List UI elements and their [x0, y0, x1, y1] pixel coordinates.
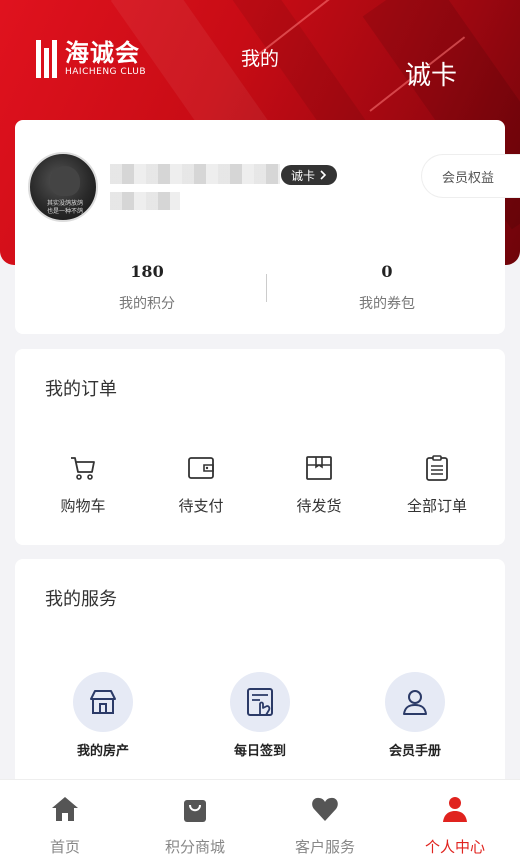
service-daily-checkin[interactable]: 每日签到 — [200, 672, 320, 759]
tab-personal-center[interactable]: 个人中心 — [390, 780, 520, 865]
wallet-icon — [188, 457, 214, 479]
profile-card: 其实没鸽放鸽 也是一种不鸽 诚卡 会员权益 180 我的积分 0 我的券包 — [15, 120, 520, 334]
coupons-label: 我的券包 — [359, 296, 415, 312]
user-id-blurred — [110, 192, 180, 210]
coupons-value: 0 — [381, 262, 393, 281]
points-value: 180 — [130, 262, 164, 281]
tab-points-mall[interactable]: 积分商城 — [130, 780, 260, 865]
order-pending-shipment-label: 待发货 — [296, 497, 342, 515]
service-daily-checkin-label: 每日签到 — [233, 744, 286, 759]
chevron-right-icon — [320, 170, 327, 180]
tab-home-label: 首页 — [49, 838, 80, 856]
tab-personal-center-label: 个人中心 — [424, 838, 485, 856]
house-icon — [90, 690, 116, 714]
member-badge[interactable]: 诚卡 — [281, 165, 338, 185]
avatar-caption-line1: 其实没鸽放鸽 — [46, 200, 83, 207]
clipboard-icon — [426, 455, 448, 481]
shopping-bag-icon — [184, 800, 206, 822]
services-section: 我的服务 我的房产 每日签到 会员手册 — [15, 559, 505, 789]
service-member-handbook[interactable]: 会员手册 — [355, 672, 475, 759]
member-badge-label: 诚卡 — [291, 168, 316, 183]
orders-title: 我的订单 — [45, 379, 117, 400]
tab-points-mall-label: 积分商城 — [164, 838, 225, 856]
order-all[interactable]: 全部订单 — [378, 453, 496, 516]
orders-section: 我的订单 购物车 待支付 待发货 全部订单 — [15, 349, 505, 545]
avatar[interactable]: 其实没鸽放鸽 也是一种不鸽 — [28, 152, 98, 222]
avatar-caption-line2: 也是一种不鸽 — [46, 208, 83, 215]
pigeon-icon — [50, 166, 80, 196]
cart-icon — [71, 457, 95, 480]
bottom-tabbar: 首页 积分商城 客户服务 个人中心 — [0, 779, 520, 865]
member-benefits-label: 会员权益 — [442, 170, 495, 186]
coupons-stat[interactable]: 0 我的券包 — [267, 262, 507, 313]
tab-customer-service-label: 客户服务 — [294, 838, 355, 856]
order-pending-shipment[interactable]: 待发货 — [260, 453, 378, 516]
service-member-handbook-label: 会员手册 — [388, 744, 441, 759]
points-label: 我的积分 — [119, 296, 175, 312]
service-my-property-label: 我的房产 — [76, 744, 129, 759]
heart-icon — [312, 797, 338, 821]
username-blurred — [110, 164, 280, 184]
order-pending-payment-label: 待支付 — [178, 497, 224, 515]
member-icon — [403, 690, 427, 715]
points-stat[interactable]: 180 我的积分 — [27, 262, 267, 313]
box-icon — [306, 456, 332, 480]
checkin-icon — [247, 688, 273, 716]
tab-customer-service[interactable]: 客户服务 — [260, 780, 390, 865]
order-cart[interactable]: 购物车 — [24, 453, 142, 516]
order-cart-label: 购物车 — [60, 497, 106, 515]
home-icon — [52, 797, 78, 821]
order-pending-payment[interactable]: 待支付 — [142, 453, 260, 516]
member-benefits-button[interactable]: 会员权益 — [421, 154, 520, 198]
services-title: 我的服务 — [45, 589, 117, 610]
order-all-label: 全部订单 — [406, 497, 467, 515]
person-icon — [443, 797, 467, 822]
tab-home[interactable]: 首页 — [0, 780, 130, 865]
service-my-property[interactable]: 我的房产 — [43, 672, 163, 759]
card-link[interactable]: 诚卡 — [405, 55, 457, 92]
